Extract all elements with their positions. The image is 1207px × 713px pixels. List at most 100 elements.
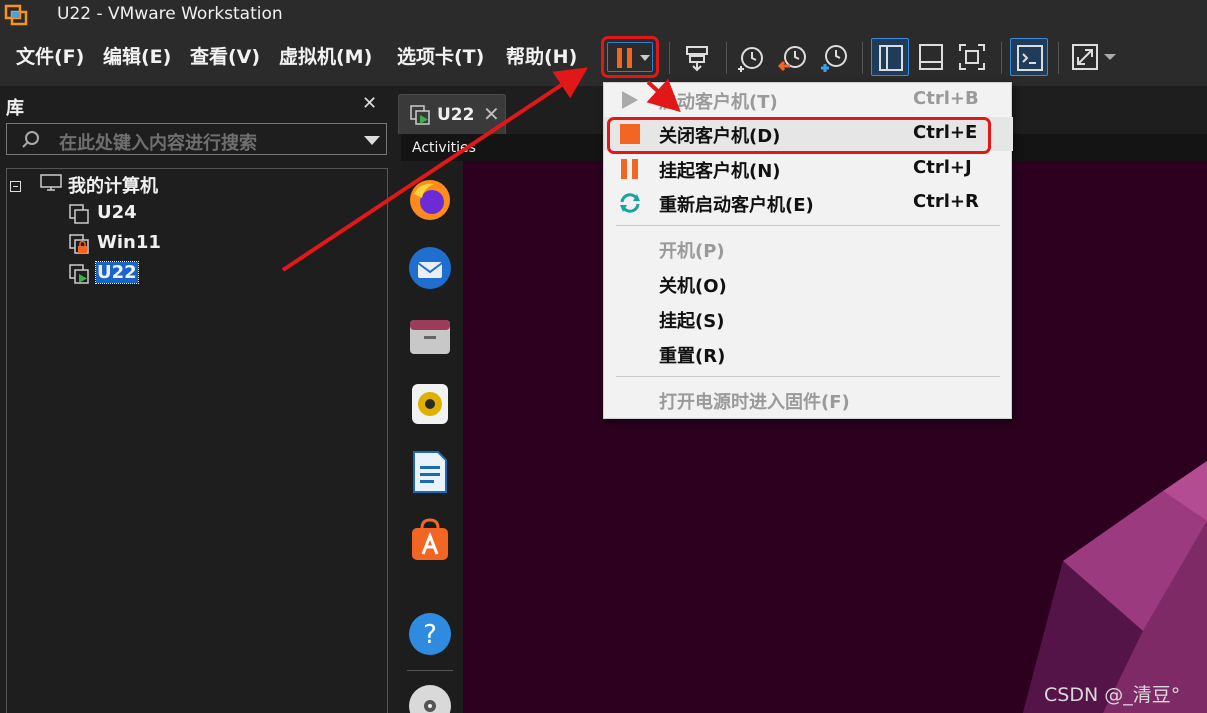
tree-item-label: U24 bbox=[97, 202, 137, 223]
vmware-logo-icon bbox=[4, 4, 28, 26]
menu-item-suspend-guest[interactable]: 挂起客户机(N) Ctrl+J bbox=[604, 152, 1013, 186]
menu-item-power-on-to-firmware[interactable]: 打开电源时进入固件(F) bbox=[604, 383, 1013, 417]
tree-root-label: 我的计算机 bbox=[68, 176, 158, 197]
toolbar-divider bbox=[1001, 42, 1002, 74]
menu-item-label: 重新启动客户机(E) bbox=[659, 195, 814, 216]
play-icon bbox=[622, 91, 638, 109]
menu-item-label: 关机(O) bbox=[659, 276, 727, 297]
menu-item-suspend[interactable]: 挂起(S) bbox=[604, 302, 1013, 336]
fullscreen-icon bbox=[959, 44, 985, 70]
pause-button-frame bbox=[607, 42, 653, 72]
files-icon[interactable] bbox=[406, 312, 454, 360]
menu-vm[interactable]: 虚拟机(M) bbox=[279, 42, 372, 69]
menu-item-label: 打开电源时进入固件(F) bbox=[659, 392, 850, 413]
dock-divider bbox=[407, 670, 453, 671]
library-tree bbox=[6, 168, 388, 713]
toolbar-divider bbox=[726, 42, 727, 74]
menu-item-label: 挂起客户机(N) bbox=[659, 161, 781, 182]
rhythmbox-icon[interactable] bbox=[406, 380, 454, 428]
tree-item-win11[interactable]: Win11 bbox=[68, 230, 188, 256]
title-bar: U22 - VMware Workstation bbox=[0, 0, 1207, 30]
tree-item-u24[interactable]: U24 bbox=[68, 200, 188, 226]
window-title: U22 - VMware Workstation bbox=[57, 4, 283, 24]
menu-item-label: 启动客户机(T) bbox=[659, 92, 778, 113]
stretch-dropdown-icon[interactable] bbox=[1104, 52, 1116, 62]
library-close-button[interactable]: ✕ bbox=[362, 93, 377, 114]
thumbnail-bar-button[interactable] bbox=[912, 38, 950, 76]
menu-item-shortcut: Ctrl+J bbox=[913, 157, 972, 178]
pause-icon bbox=[621, 159, 638, 179]
tab-u22[interactable]: U22 ✕ bbox=[398, 94, 506, 134]
menu-help[interactable]: 帮助(H) bbox=[506, 42, 577, 69]
library-view-button[interactable] bbox=[871, 38, 909, 76]
snapshot-icon bbox=[738, 47, 763, 72]
console-view-icon bbox=[1017, 45, 1043, 71]
vm-locked-icon bbox=[69, 234, 89, 254]
stretch-guest-button[interactable] bbox=[1066, 38, 1104, 76]
tree-root-my-computer[interactable]: 我的计算机 bbox=[38, 170, 238, 197]
menu-item-shortcut: Ctrl+B bbox=[913, 88, 979, 109]
send-keys-icon bbox=[686, 46, 708, 72]
annotation-highlight-box bbox=[607, 117, 991, 154]
search-icon bbox=[22, 131, 39, 148]
menu-item-power-on[interactable]: 开机(P) bbox=[604, 232, 1013, 266]
menu-item-power-off[interactable]: 关机(O) bbox=[604, 267, 1013, 301]
menu-tabs[interactable]: 选项卡(T) bbox=[397, 42, 484, 69]
vm-icon bbox=[69, 204, 89, 224]
revert-snapshot-icon bbox=[777, 46, 806, 72]
menu-item-label: 重置(R) bbox=[659, 346, 726, 367]
menu-item-power-on-guest[interactable]: 启动客户机(T) Ctrl+B bbox=[604, 83, 1013, 117]
thunderbird-icon[interactable] bbox=[406, 244, 454, 292]
library-search-box[interactable]: 在此处键入内容进行搜索 bbox=[6, 123, 387, 155]
vm-running-icon bbox=[410, 105, 430, 125]
toolbar-divider bbox=[1058, 42, 1059, 74]
search-dropdown-icon[interactable] bbox=[364, 136, 380, 145]
computer-icon bbox=[40, 174, 62, 191]
menu-item-label: 挂起(S) bbox=[659, 311, 725, 332]
firefox-icon[interactable] bbox=[406, 176, 454, 224]
pause-button[interactable] bbox=[601, 36, 659, 78]
menu-toolbar-bar: 文件(F) 编辑(E) 查看(V) 虚拟机(M) 选项卡(T) 帮助(H) bbox=[0, 30, 1207, 86]
menu-separator bbox=[616, 225, 1000, 226]
menu-item-restart-guest[interactable]: 重新启动客户机(E) Ctrl+R bbox=[604, 186, 1013, 220]
libreoffice-writer-icon[interactable] bbox=[406, 448, 454, 496]
tree-collapse-icon[interactable] bbox=[10, 181, 21, 192]
library-title: 库 bbox=[6, 98, 24, 119]
app-center-icon[interactable] bbox=[406, 516, 454, 564]
help-icon[interactable]: ? bbox=[406, 610, 454, 658]
tab-label: U22 bbox=[437, 105, 475, 125]
restart-icon bbox=[620, 193, 640, 213]
menu-item-reset[interactable]: 重置(R) bbox=[604, 337, 1013, 371]
tree-item-u22[interactable]: U22 bbox=[68, 260, 188, 286]
watermark: CSDN @_清豆° bbox=[1044, 684, 1181, 706]
console-view-button[interactable] bbox=[1010, 38, 1048, 76]
activities-button[interactable]: Activities bbox=[412, 140, 476, 156]
tab-close-button[interactable]: ✕ bbox=[483, 102, 500, 126]
manage-snapshots-icon bbox=[821, 45, 847, 72]
toolbar-divider bbox=[862, 42, 863, 74]
vm-running-icon bbox=[69, 264, 89, 284]
stretch-icon bbox=[1072, 44, 1098, 70]
snapshot-manager-button[interactable] bbox=[815, 38, 853, 76]
fullscreen-button[interactable] bbox=[953, 38, 991, 76]
pause-icon bbox=[617, 48, 632, 68]
snapshot-button[interactable] bbox=[733, 38, 771, 76]
library-panel: 库 ✕ 在此处键入内容进行搜索 我的计算机 U24 Win11 U22 bbox=[0, 86, 393, 713]
thumbnail-bar-icon bbox=[919, 44, 943, 70]
svg-text:?: ? bbox=[423, 620, 437, 650]
menu-separator bbox=[616, 376, 1000, 377]
library-view-icon bbox=[879, 45, 903, 71]
menu-view[interactable]: 查看(V) bbox=[190, 42, 260, 69]
disc-icon[interactable] bbox=[406, 682, 454, 713]
ubuntu-dock: ? bbox=[401, 161, 463, 713]
tree-item-label: Win11 bbox=[97, 232, 161, 253]
menu-item-shortcut: Ctrl+R bbox=[913, 191, 979, 212]
menu-file[interactable]: 文件(F) bbox=[16, 42, 84, 69]
send-ctrl-alt-del-button[interactable] bbox=[678, 38, 716, 76]
menu-item-label: 开机(P) bbox=[659, 241, 725, 262]
tree-item-label-selected: U22 bbox=[95, 261, 139, 284]
menu-edit[interactable]: 编辑(E) bbox=[103, 42, 171, 69]
search-input[interactable]: 在此处键入内容进行搜索 bbox=[59, 129, 257, 155]
dropdown-icon[interactable] bbox=[640, 54, 650, 62]
revert-snapshot-button[interactable] bbox=[774, 38, 812, 76]
